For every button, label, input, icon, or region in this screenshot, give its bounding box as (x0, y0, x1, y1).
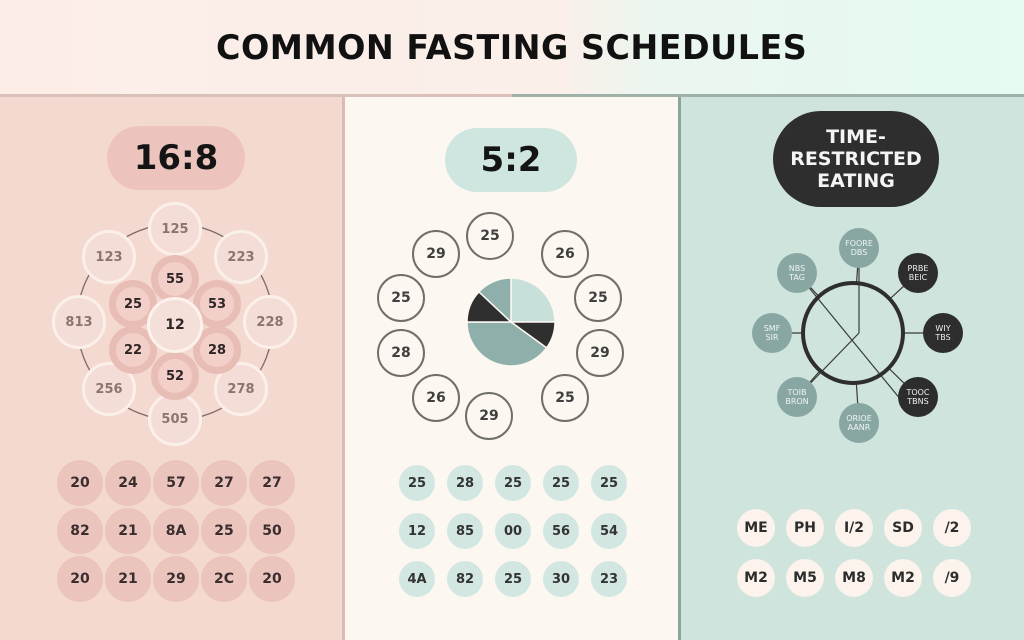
day-cell: 20 (57, 460, 103, 506)
day-cell: 54 (591, 513, 627, 549)
day-cell: 00 (495, 513, 531, 549)
day-cell: 20 (249, 556, 295, 602)
center-node: 12 (147, 297, 203, 353)
day-cell: 25 (495, 561, 531, 597)
time-window-node: ORIOE AANR (839, 403, 879, 443)
clock-ring (801, 281, 905, 385)
day-cell: 21 (105, 556, 151, 602)
day-cell: 25 (201, 508, 247, 554)
day-cell: 50 (249, 508, 295, 554)
time-window-node: NBS TAG (777, 253, 817, 293)
day-cell: 25 (591, 465, 627, 501)
day-node: 26 (541, 230, 589, 278)
time-window-node: TOOC TBNS (898, 377, 938, 417)
day-cell: 8A (153, 508, 199, 554)
meal-cell: I/2 (835, 509, 873, 547)
outer-time-node: 123 (82, 230, 136, 284)
meal-cell: PH (786, 509, 824, 547)
time-window-node: SMF SIR (752, 313, 792, 353)
panel-time-restricted-eating: TIME- RESTRICTED EATING FOORE DBS PRBE BE… (678, 97, 1024, 640)
day-cell: 4A (399, 561, 435, 597)
outer-time-node: 228 (243, 295, 297, 349)
time-window-node: PRBE BEIC (898, 253, 938, 293)
day-node: 25 (541, 374, 589, 422)
outer-time-node: 505 (148, 392, 202, 446)
day-cell: 25 (399, 465, 435, 501)
day-cell: 12 (399, 513, 435, 549)
outer-time-node: 813 (52, 295, 106, 349)
day-node: 28 (377, 329, 425, 377)
day-cell: 23 (591, 561, 627, 597)
day-cell: 28 (447, 465, 483, 501)
meal-cell: M2 (884, 559, 922, 597)
time-window-node: TOIB BRON (777, 377, 817, 417)
pie-slice-light (510, 277, 556, 323)
outer-time-node: 125 (148, 202, 202, 256)
day-cell: 25 (543, 465, 579, 501)
day-cell: 24 (105, 460, 151, 506)
day-node: 29 (412, 230, 460, 278)
inner-time-node: 55 (151, 255, 199, 303)
day-cell: 29 (153, 556, 199, 602)
panel-16-8: 16:8 125 223 228 278 505 256 813 123 55 53 28 52 22 2… (0, 97, 345, 640)
day-cell: 30 (543, 561, 579, 597)
meal-cell: /9 (933, 559, 971, 597)
day-cell: 21 (105, 508, 151, 554)
day-cell: 2C (201, 556, 247, 602)
meal-cell: /2 (933, 509, 971, 547)
day-cell: 56 (543, 513, 579, 549)
day-node: 25 (377, 274, 425, 322)
day-cell: 82 (57, 508, 103, 554)
day-cell: 27 (249, 460, 295, 506)
meal-cell: M5 (786, 559, 824, 597)
outer-time-node: 223 (214, 230, 268, 284)
day-cell: 25 (495, 465, 531, 501)
day-node: 26 (412, 374, 460, 422)
meal-cell: M8 (835, 559, 873, 597)
day-cell: 27 (201, 460, 247, 506)
panel-5-2: 5:2 25 26 25 29 25 29 26 28 25 29 25 28 25 25 25 12 85 00… (345, 97, 678, 640)
meal-cell: M2 (737, 559, 775, 597)
header: COMMON FASTING SCHEDULES (0, 0, 1024, 96)
day-cell: 20 (57, 556, 103, 602)
time-window-node: WIY TBS (923, 313, 963, 353)
day-cell: 82 (447, 561, 483, 597)
time-window-node: FOORE DBS (839, 228, 879, 268)
meal-cell: ME (737, 509, 775, 547)
page-title: COMMON FASTING SCHEDULES (216, 28, 808, 68)
day-node: 29 (576, 329, 624, 377)
day-node: 25 (466, 212, 514, 260)
day-node: 29 (465, 392, 513, 440)
inner-time-node: 52 (151, 352, 199, 400)
day-cell: 85 (447, 513, 483, 549)
day-node: 25 (574, 274, 622, 322)
meal-cell: SD (884, 509, 922, 547)
day-cell: 57 (153, 460, 199, 506)
